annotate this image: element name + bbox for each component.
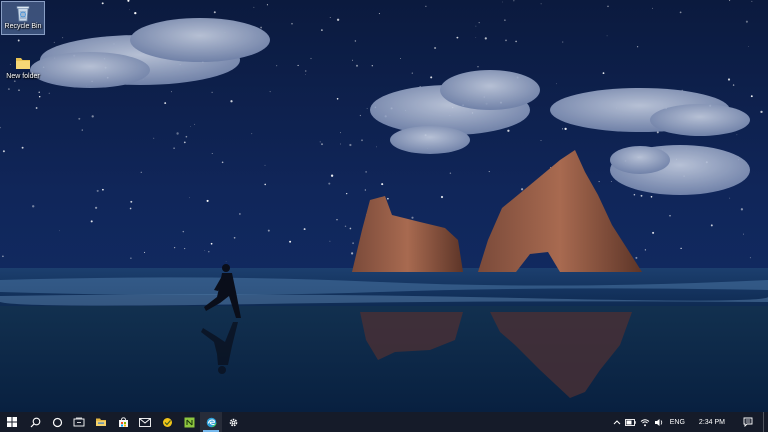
desktop-icon-recycle-bin[interactable]: Recycle Bin xyxy=(1,1,45,35)
search-icon xyxy=(30,417,40,427)
file-explorer-icon xyxy=(96,418,106,426)
windows-start-icon xyxy=(7,417,17,427)
cortana-icon xyxy=(52,417,62,427)
input-language[interactable]: ENG xyxy=(666,419,689,426)
mail-icon xyxy=(139,417,151,427)
taskbar-file-explorer[interactable] xyxy=(90,412,112,432)
recycle-bin-icon xyxy=(16,6,30,22)
chevron-up-icon xyxy=(613,420,621,425)
taskbar-mail[interactable] xyxy=(134,412,156,432)
taskbar-app[interactable] xyxy=(156,412,178,432)
store-icon xyxy=(118,416,128,427)
battery-button[interactable] xyxy=(624,412,638,432)
task-view-icon xyxy=(73,417,85,427)
app-icon xyxy=(162,417,172,427)
taskbar-settings[interactable] xyxy=(222,412,244,432)
desktop-icon-label: Recycle Bin xyxy=(4,23,42,30)
show-desktop-button[interactable] xyxy=(763,412,768,432)
folder-icon xyxy=(16,58,30,69)
desktop-icon-new-folder[interactable]: New folder xyxy=(1,52,45,86)
system-tray: ENG 2:34 PM xyxy=(610,412,768,432)
notepad-plus-plus-icon xyxy=(184,417,194,427)
battery-icon xyxy=(625,418,636,426)
clock[interactable]: 2:34 PM xyxy=(689,419,739,426)
volume-icon xyxy=(654,418,662,426)
notifications-icon xyxy=(743,417,753,427)
cortana-button[interactable] xyxy=(46,412,68,432)
taskbar: ENG 2:34 PM xyxy=(0,412,768,432)
taskbar-edge[interactable] xyxy=(200,412,222,432)
task-view-button[interactable] xyxy=(68,412,90,432)
edge-icon xyxy=(206,417,216,427)
show-hidden-icons-button[interactable] xyxy=(610,412,624,432)
taskbar-store[interactable] xyxy=(112,412,134,432)
settings-icon xyxy=(229,418,237,426)
volume-button[interactable] xyxy=(652,412,666,432)
desktop-wallpaper xyxy=(0,0,768,432)
desktop[interactable]: Recycle Bin New folder ENG 2:34 PM xyxy=(0,0,768,432)
taskbar-notepad-plus-plus[interactable] xyxy=(178,412,200,432)
desktop-icon-label: New folder xyxy=(6,73,40,80)
action-center-button[interactable] xyxy=(739,412,757,432)
wifi-icon xyxy=(640,418,650,426)
network-button[interactable] xyxy=(638,412,652,432)
start-button[interactable] xyxy=(0,412,24,432)
search-button[interactable] xyxy=(24,412,46,432)
